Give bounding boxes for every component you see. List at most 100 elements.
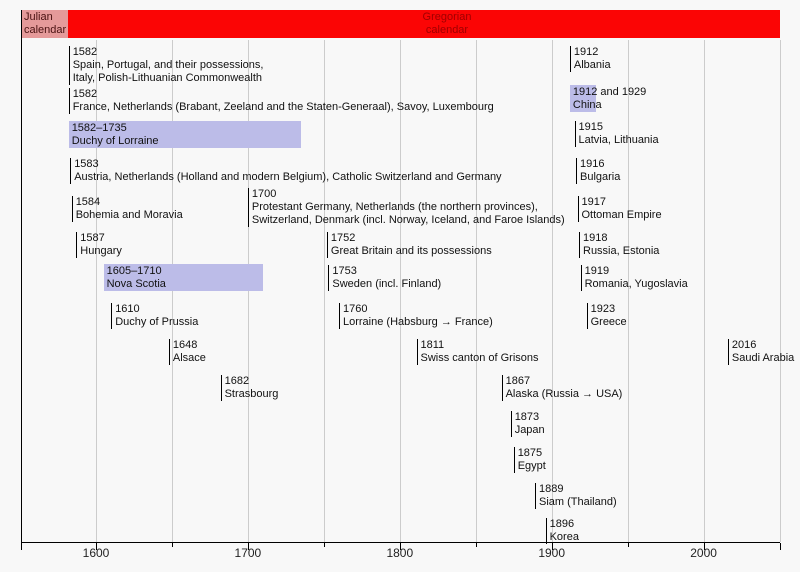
entry-name: Great Britain and its possessions: [331, 245, 492, 258]
entry-name: Ottoman Empire: [582, 209, 662, 222]
entry-name: Latvia, Lithuania: [579, 134, 659, 147]
entry-name: Sweden (incl. Finland): [332, 278, 441, 291]
entry-name: Austria, Netherlands (Holland and modern…: [74, 171, 501, 184]
entry-year-label: 1917: [582, 196, 662, 209]
gridline-1850: [476, 40, 477, 542]
entry-year-label: 1752: [331, 232, 492, 245]
entry-name: Japan: [515, 424, 545, 437]
timeline-entry: 1753Sweden (incl. Finland): [328, 265, 441, 291]
timeline-entry: 1918Russia, Estonia: [579, 232, 659, 258]
entry-name: Strasbourg: [225, 388, 279, 401]
entry-year-label: 1923: [591, 303, 627, 316]
axis-tick-1750: [324, 543, 325, 547]
axis-tick-label: 1600: [83, 546, 110, 560]
entry-name: Bohemia and Moravia: [76, 209, 183, 222]
entry-name: Duchy of Prussia: [115, 316, 198, 329]
timeline-entry: 1811Swiss canton of Grisons: [417, 339, 539, 365]
entry-name: China: [573, 99, 596, 112]
entry-year-label: 1918: [583, 232, 659, 245]
gridline-2050: [780, 40, 781, 542]
entry-name: Italy, Polish-Lithuanian Commonwealth: [73, 72, 264, 85]
entry-year-label: 1889: [539, 483, 617, 496]
entry-year-label: 1919: [585, 265, 688, 278]
timeline-entry: 1583Austria, Netherlands (Holland and mo…: [70, 158, 501, 184]
timeline-entry: 1682Strasbourg: [221, 375, 279, 401]
entry-year-label: 1582–1735: [72, 122, 301, 135]
julian-calendar-bar: Julian calendar: [22, 10, 68, 38]
timeline-entry: 1700Protestant Germany, Netherlands (the…: [248, 188, 565, 227]
entry-year-label: 1867: [506, 375, 623, 388]
entry-name: Russia, Estonia: [583, 245, 659, 258]
timeline-entry: 1875Egypt: [514, 447, 546, 473]
gregorian-calendar-label: Gregorian calendar: [415, 11, 479, 37]
gridline-1600: [96, 40, 97, 542]
axis-left-boundary-line: [21, 10, 22, 550]
entry-year-label: 1753: [332, 265, 441, 278]
entry-year-label: 1583: [74, 158, 501, 171]
gridline-1900: [552, 40, 553, 542]
timeline-entry: 1587Hungary: [76, 232, 122, 258]
entry-name: Saudi Arabia: [732, 352, 794, 365]
entry-year-label: 1605–1710: [107, 265, 264, 278]
timeline-entry: 1752Great Britain and its possessions: [327, 232, 492, 258]
timeline-entry: 1896Korea: [546, 518, 579, 544]
entry-year-label: 1582: [73, 88, 494, 101]
gridline-2000: [704, 40, 705, 542]
timeline-range-entry: 1912 and 1929China: [570, 85, 596, 112]
axis-tick-1650: [172, 543, 173, 547]
entry-year-label: 1700: [252, 188, 565, 201]
timeline-entry: 1889Siam (Thailand): [535, 483, 617, 509]
timeline-entry: 1873Japan: [511, 411, 545, 437]
entry-name: Switzerland, Denmark (incl. Norway, Icel…: [252, 214, 565, 227]
entry-name: Siam (Thailand): [539, 496, 617, 509]
timeline-entry: 1916Bulgaria: [576, 158, 620, 184]
entry-name: Egypt: [518, 460, 546, 473]
axis-tick-1850: [476, 543, 477, 547]
timeline-entry: 1912Albania: [570, 46, 611, 72]
timeline-entry: 1648Alsace: [169, 339, 206, 365]
entry-name: Romania, Yugoslavia: [585, 278, 688, 291]
entry-year-label: 1582: [73, 46, 264, 59]
timeline-entry: 1919Romania, Yugoslavia: [581, 265, 688, 291]
entry-name: Duchy of Lorraine: [72, 135, 301, 148]
axis-tick-1950: [628, 543, 629, 547]
entry-name: Lorraine (Habsburg → France): [343, 316, 493, 329]
entry-name: Swiss canton of Grisons: [421, 352, 539, 365]
entry-year-label: 1873: [515, 411, 545, 424]
entry-year-label: 1760: [343, 303, 493, 316]
entry-year-label: 1682: [225, 375, 279, 388]
entry-name: Albania: [574, 59, 611, 72]
timeline-entry: 2016Saudi Arabia: [728, 339, 794, 365]
entry-name: Alaska (Russia → USA): [506, 388, 623, 401]
entry-name: Nova Scotia: [107, 278, 264, 291]
entry-year-label: 1587: [80, 232, 122, 245]
entry-year-label: 1916: [580, 158, 620, 171]
timeline-entry: 1760Lorraine (Habsburg → France): [339, 303, 493, 329]
entry-name: Hungary: [80, 245, 122, 258]
gridline-1650: [172, 40, 173, 542]
timeline-range-entry: 1605–1710Nova Scotia: [104, 264, 264, 291]
timeline-entry: 1582France, Netherlands (Brabant, Zeelan…: [69, 88, 494, 114]
timeline-entry: 1867Alaska (Russia → USA): [502, 375, 623, 401]
axis-tick-label: 1900: [538, 546, 565, 560]
timeline-entry: 1584Bohemia and Moravia: [72, 196, 183, 222]
entry-year-label: 1875: [518, 447, 546, 460]
timeline-entry: 1610Duchy of Prussia: [111, 303, 198, 329]
gridline-1800: [400, 40, 401, 542]
axis-tick-label: 2000: [690, 546, 717, 560]
entry-year-label: 1912: [574, 46, 611, 59]
entry-year-label: 2016: [732, 339, 794, 352]
timeline-range-entry: 1582–1735Duchy of Lorraine: [69, 121, 301, 148]
timeline-chart: Julian calendar Gregorian calendar 1582S…: [0, 0, 800, 572]
timeline-entry: 1582Spain, Portugal, and their possessio…: [69, 46, 264, 85]
entry-name: Bulgaria: [580, 171, 620, 184]
gridline-1950: [628, 40, 629, 542]
julian-calendar-label: Julian calendar: [24, 11, 66, 36]
axis-tick-label: 1700: [235, 546, 262, 560]
axis-tick-2050: [780, 543, 781, 550]
entry-year-label: 1648: [173, 339, 206, 352]
entry-name: Greece: [591, 316, 627, 329]
entry-name: Protestant Germany, Netherlands (the nor…: [252, 201, 565, 214]
timeline-entry: 1917Ottoman Empire: [578, 196, 662, 222]
gridline-1750: [324, 40, 325, 542]
